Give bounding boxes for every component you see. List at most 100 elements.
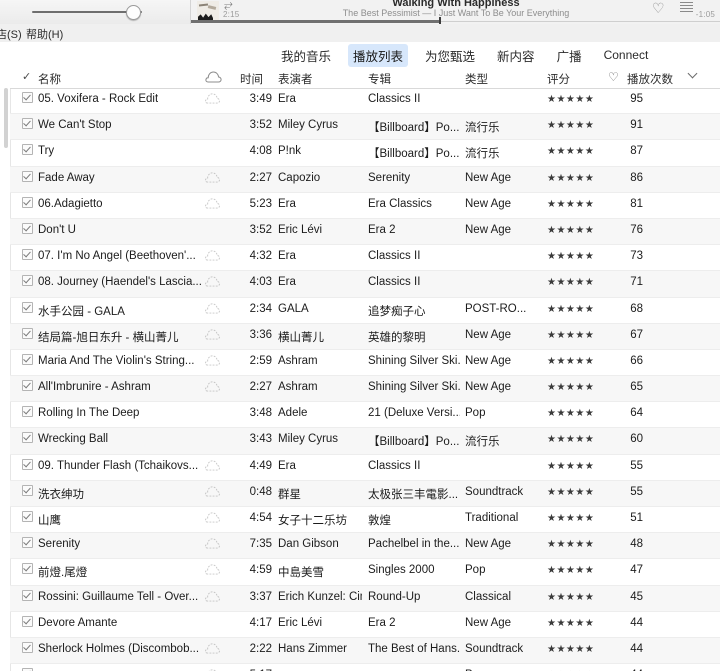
cloud-icon[interactable] xyxy=(204,485,222,499)
header-plays[interactable]: 播放次数 xyxy=(627,71,673,87)
cloud-icon[interactable] xyxy=(204,302,222,316)
cloud-icon[interactable] xyxy=(204,459,222,473)
table-row[interactable]: Rossini: Guillaume Tell - Over...3:37Eri… xyxy=(10,586,720,612)
row-checkbox[interactable] xyxy=(22,590,34,602)
row-checkbox[interactable] xyxy=(22,485,34,497)
table-row[interactable]: Devore Amante4:17Eric LéviEra 2New Age★★… xyxy=(10,612,720,638)
tab-my-music[interactable]: 我的音乐 xyxy=(276,44,336,67)
table-row[interactable]: 05. Voxifera - Rock Edit3:49EraClassics … xyxy=(10,88,720,114)
cloud-icon[interactable] xyxy=(204,92,222,106)
vertical-scrollbar[interactable] xyxy=(4,88,8,148)
table-row[interactable]: Try4:08P!nk【Billboard】Po...流行乐★★★★★87 xyxy=(10,140,720,166)
row-checkbox[interactable] xyxy=(22,616,34,628)
row-checkbox[interactable] xyxy=(22,432,34,444)
cell-rating[interactable]: ★★★★★ xyxy=(547,120,594,131)
tab-playlists[interactable]: 播放列表 xyxy=(348,44,408,67)
table-row[interactable]: Don't U3:52Eric LéviEra 2New Age★★★★★76 xyxy=(10,219,720,245)
cell-rating[interactable]: ★★★★★ xyxy=(547,330,594,341)
table-row[interactable]: 山鹰4:54女子十二乐坊敦煌Traditional★★★★★51 xyxy=(10,507,720,533)
header-genre[interactable]: 类型 xyxy=(465,71,488,87)
header-checkbox-column[interactable]: ✓ xyxy=(22,70,31,83)
now-playing-panel[interactable]: ⥂ 2:15 Walking With Happiness The Best P… xyxy=(190,0,720,24)
cell-rating[interactable]: ★★★★★ xyxy=(547,173,594,184)
table-row[interactable]: 06.Adagietto5:23EraEra ClassicsNew Age★★… xyxy=(10,193,720,219)
menu-item-help[interactable]: 帮助(H) xyxy=(26,26,63,42)
tab-new[interactable]: 新内容 xyxy=(492,44,540,67)
progress-slider[interactable] xyxy=(191,19,720,23)
table-row[interactable]: 结局篇-旭日东升 - 横山菁儿3:36横山菁儿英雄的黎明New Age★★★★★… xyxy=(10,324,720,350)
cell-rating[interactable]: ★★★★★ xyxy=(547,618,594,629)
table-row[interactable]: 07. I'm No Angel (Beethoven'...4:32EraCl… xyxy=(10,245,720,271)
cell-rating[interactable]: ★★★★★ xyxy=(547,146,594,157)
row-checkbox[interactable] xyxy=(22,563,34,575)
cell-rating[interactable]: ★★★★★ xyxy=(547,513,594,524)
row-checkbox[interactable] xyxy=(22,354,34,366)
cell-rating[interactable]: ★★★★★ xyxy=(547,565,594,576)
cell-rating[interactable]: ★★★★★ xyxy=(547,277,594,288)
row-checkbox[interactable] xyxy=(22,118,34,130)
cloud-icon[interactable] xyxy=(204,275,222,289)
cloud-icon[interactable] xyxy=(204,144,222,158)
cloud-icon[interactable] xyxy=(204,249,222,263)
table-row[interactable]: We Can't Stop3:52Miley Cyrus【Billboard】P… xyxy=(10,114,720,140)
cell-rating[interactable]: ★★★★★ xyxy=(547,592,594,603)
volume-knob[interactable] xyxy=(126,5,141,20)
header-rating[interactable]: 评分 xyxy=(547,71,570,87)
table-row[interactable]: 岛呗5:17夏川里美夏川里美最精选Pop★★★★★44 xyxy=(10,664,720,671)
cell-rating[interactable]: ★★★★★ xyxy=(547,461,594,472)
cloud-icon[interactable] xyxy=(204,380,222,394)
table-row[interactable]: Fade Away2:27CapozioSerenityNew Age★★★★★… xyxy=(10,167,720,193)
row-checkbox[interactable] xyxy=(22,459,34,471)
row-checkbox[interactable] xyxy=(22,302,34,314)
volume-slider[interactable] xyxy=(32,10,142,14)
tab-for-you[interactable]: 为您甄选 xyxy=(420,44,480,67)
cloud-icon[interactable] xyxy=(204,642,222,656)
row-checkbox[interactable] xyxy=(22,249,34,261)
table-row[interactable]: 09. Thunder Flash (Tchaikovs...4:49EraCl… xyxy=(10,455,720,481)
cloud-icon[interactable] xyxy=(204,563,222,577)
cell-rating[interactable]: ★★★★★ xyxy=(547,356,594,367)
row-checkbox[interactable] xyxy=(22,406,34,418)
table-row[interactable]: 水手公园 - GALA2:34GALA追梦痴子心POST-RO...★★★★★6… xyxy=(10,298,720,324)
header-album[interactable]: 专辑 xyxy=(368,71,391,87)
queue-list-icon[interactable] xyxy=(680,2,694,13)
cloud-icon[interactable] xyxy=(204,171,222,185)
cloud-icon[interactable] xyxy=(204,616,222,630)
menu-item-store[interactable]: 店(S) xyxy=(0,26,22,42)
chevron-down-icon[interactable] xyxy=(689,70,696,82)
cell-rating[interactable]: ★★★★★ xyxy=(547,644,594,655)
cloud-icon[interactable] xyxy=(204,328,222,342)
row-checkbox[interactable] xyxy=(22,275,34,287)
table-row[interactable]: 洗衣绅功0:48群星太极张三丰電影...Soundtrack★★★★★55 xyxy=(10,481,720,507)
cell-rating[interactable]: ★★★★★ xyxy=(547,382,594,393)
table-row[interactable]: Rolling In The Deep3:48Adele21 (Deluxe V… xyxy=(10,402,720,428)
header-name[interactable]: 名称 xyxy=(38,71,61,87)
row-checkbox[interactable] xyxy=(22,537,34,549)
cell-rating[interactable]: ★★★★★ xyxy=(547,408,594,419)
table-row[interactable]: Serenity7:35Dan GibsonPachelbel in the..… xyxy=(10,533,720,559)
table-row[interactable]: All'Imbrunire - Ashram2:27AshramShining … xyxy=(10,376,720,402)
table-row[interactable]: Sherlock Holmes (Discombob...2:22Hans Zi… xyxy=(10,638,720,664)
row-checkbox[interactable] xyxy=(22,380,34,392)
cell-rating[interactable]: ★★★★★ xyxy=(547,304,594,315)
cloud-icon[interactable] xyxy=(204,354,222,368)
row-checkbox[interactable] xyxy=(22,511,34,523)
cloud-icon[interactable] xyxy=(204,197,222,211)
heart-icon[interactable]: ♡ xyxy=(608,70,619,84)
tab-radio[interactable]: 广播 xyxy=(552,44,587,67)
row-checkbox[interactable] xyxy=(22,171,34,183)
table-row[interactable]: 08. Journey (Haendel's Lascia...4:03EraC… xyxy=(10,271,720,297)
table-row[interactable]: Maria And The Violin's String...2:59Ashr… xyxy=(10,350,720,376)
cloud-icon[interactable] xyxy=(204,406,222,420)
row-checkbox[interactable] xyxy=(22,144,34,156)
cell-rating[interactable]: ★★★★★ xyxy=(547,199,594,210)
row-checkbox[interactable] xyxy=(22,223,34,235)
cell-rating[interactable]: ★★★★★ xyxy=(547,434,594,445)
header-time[interactable]: 时间 xyxy=(240,71,263,87)
row-checkbox[interactable] xyxy=(22,328,34,340)
cloud-icon[interactable] xyxy=(204,511,222,525)
table-row[interactable]: 前燈.尾燈4:59中島美雪Singles 2000Pop★★★★★47 xyxy=(10,559,720,585)
cell-rating[interactable]: ★★★★★ xyxy=(547,94,594,105)
header-artist[interactable]: 表演者 xyxy=(278,71,313,87)
cell-rating[interactable]: ★★★★★ xyxy=(547,539,594,550)
